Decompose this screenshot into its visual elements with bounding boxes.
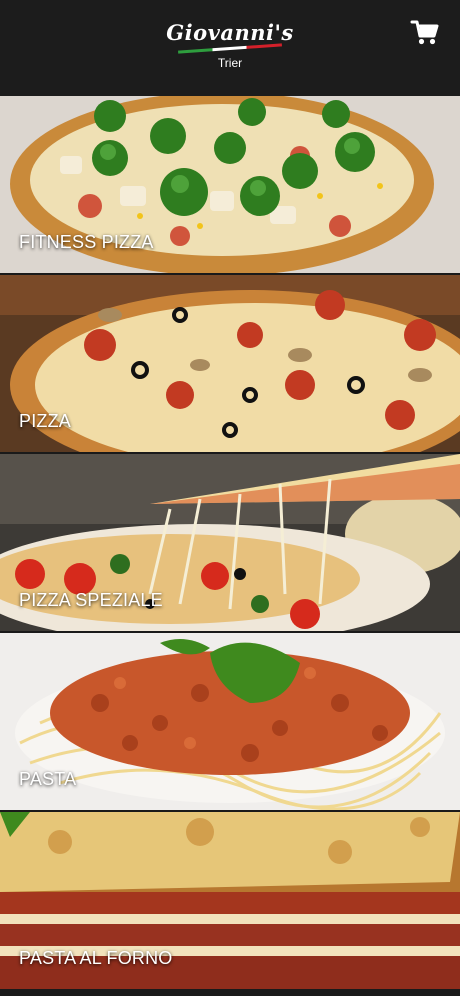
cart-icon[interactable] <box>410 18 440 48</box>
brand-name: Giovanni's <box>166 20 294 45</box>
category-label: FITNESS PIZZA <box>19 232 154 252</box>
category-tile-pasta[interactable]: PASTA <box>0 633 460 810</box>
brand-city: Trier <box>217 56 243 70</box>
category-label: PASTA <box>19 769 77 789</box>
category-tile-pizza-speziale[interactable]: PIZZA SPEZIALE <box>0 454 460 631</box>
category-tile-pizza[interactable]: PIZZA <box>0 275 460 452</box>
category-list: FITNESS PIZZA PIZZA PIZZA SPEZIALE PASTA… <box>0 96 460 989</box>
category-label: PIZZA <box>19 411 72 431</box>
category-tile-fitness-pizza[interactable]: FITNESS PIZZA <box>0 96 460 273</box>
app-header: Giovanni's Trier <box>0 0 460 96</box>
category-tile-pasta-al-forno[interactable]: PASTA AL FORNO <box>0 812 460 989</box>
category-label: PIZZA SPEZIALE <box>19 590 163 610</box>
category-label: PASTA AL FORNO <box>19 948 173 968</box>
brand-logo[interactable]: Giovanni's Trier <box>0 20 460 70</box>
